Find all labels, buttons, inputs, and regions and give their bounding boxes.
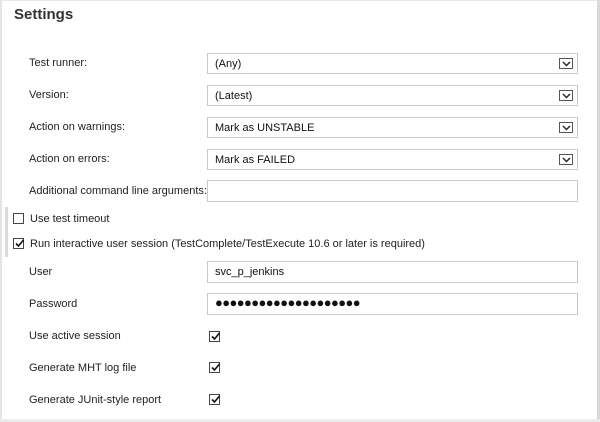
generate-junit-label: Generate JUnit-style report [29, 394, 162, 406]
user-input[interactable]: svc_p_jenkins [207, 261, 578, 283]
password-masked-value: ●●●●●●●●●●●●●●●●●●●● [215, 295, 361, 310]
generate-mht-label: Generate MHT log file [29, 362, 137, 374]
additional-args-input[interactable] [207, 180, 578, 202]
generate-junit-checkbox[interactable] [209, 394, 221, 405]
generate-mht-checkbox[interactable] [209, 362, 221, 373]
checkmark-icon [15, 239, 25, 248]
action-warnings-value: Mark as UNSTABLE [215, 122, 315, 134]
section-indent-bar [5, 207, 8, 257]
action-errors-label: Action on errors: [29, 153, 110, 165]
version-value: (Latest) [215, 90, 253, 102]
page-title: Settings [14, 6, 74, 23]
checkmark-icon [211, 332, 221, 341]
action-warnings-select[interactable]: Mark as UNSTABLE [207, 117, 578, 138]
test-runner-label: Test runner: [29, 57, 88, 69]
user-label: User [29, 266, 53, 278]
interactive-session-checkbox[interactable] [13, 238, 25, 249]
action-warnings-label: Action on warnings: [29, 121, 125, 133]
password-label: Password [29, 298, 78, 310]
test-runner-select[interactable]: (Any) [207, 53, 578, 74]
interactive-session-label: Run interactive user session (TestComple… [30, 238, 425, 250]
chevron-down-icon[interactable] [559, 122, 573, 133]
version-select[interactable]: (Latest) [207, 85, 578, 106]
use-test-timeout-label: Use test timeout [30, 213, 110, 225]
additional-args-label: Additional command line arguments: [29, 185, 207, 197]
use-test-timeout-checkbox[interactable] [13, 213, 24, 224]
use-active-session-checkbox[interactable] [209, 331, 221, 342]
checkmark-icon [211, 363, 221, 372]
user-value: svc_p_jenkins [215, 266, 285, 278]
chevron-down-icon[interactable] [559, 154, 573, 165]
chevron-down-icon[interactable] [559, 58, 573, 69]
action-errors-select[interactable]: Mark as FAILED [207, 149, 578, 170]
action-errors-value: Mark as FAILED [215, 154, 296, 166]
frame-top-border [0, 0, 600, 1]
checkmark-icon [211, 395, 221, 404]
test-runner-value: (Any) [215, 58, 242, 70]
version-label: Version: [29, 89, 69, 101]
frame-left-border [0, 0, 2, 422]
password-input[interactable]: ●●●●●●●●●●●●●●●●●●●● [207, 293, 578, 315]
chevron-down-icon[interactable] [559, 90, 573, 101]
use-active-session-label: Use active session [29, 330, 121, 342]
